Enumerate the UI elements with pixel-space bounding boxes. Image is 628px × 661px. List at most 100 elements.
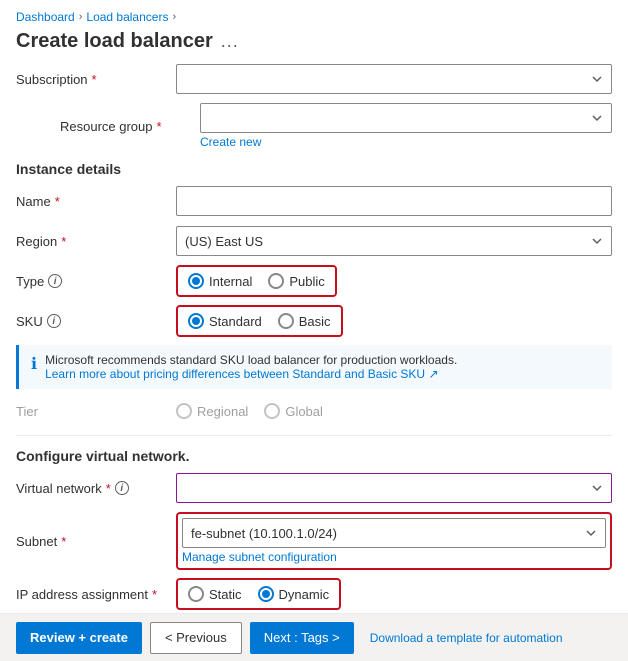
sku-standard-option[interactable]: Standard: [188, 313, 262, 329]
breadcrumb-dashboard[interactable]: Dashboard: [16, 10, 75, 24]
subnet-required: *: [61, 534, 66, 549]
type-control: Internal Public: [176, 265, 612, 297]
subscription-control: [176, 64, 612, 94]
subscription-dropdown[interactable]: [176, 64, 612, 94]
tier-regional-radio: [176, 403, 192, 419]
region-dropdown[interactable]: (US) East US: [176, 226, 612, 256]
ip-assignment-control: Static Dynamic: [176, 578, 612, 610]
info-banner-icon: ℹ: [31, 354, 37, 381]
virtual-network-required: *: [106, 481, 111, 496]
external-link-icon: ↗: [428, 367, 438, 381]
next-button[interactable]: Next : Tags >: [250, 622, 354, 654]
subscription-required: *: [92, 72, 97, 87]
type-row: Type i Internal Public: [16, 265, 612, 297]
virtual-network-row: Virtual network * i: [16, 472, 612, 504]
ip-assignment-label: IP address assignment *: [16, 587, 176, 602]
subnet-highlight-box: fe-subnet (10.100.1.0/24) Manage subnet …: [176, 512, 612, 570]
type-internal-radio[interactable]: [188, 273, 204, 289]
region-control: (US) East US: [176, 226, 612, 256]
tier-regional-option[interactable]: Regional: [176, 403, 248, 419]
type-public-radio[interactable]: [268, 273, 284, 289]
ip-static-label: Static: [209, 587, 242, 602]
virtual-network-info-icon[interactable]: i: [115, 481, 129, 495]
page-title: Create load balancer: [16, 30, 213, 53]
subscription-label: Subscription *: [16, 72, 176, 87]
resource-group-required: *: [157, 119, 162, 134]
info-banner-link[interactable]: Learn more about pricing differences bet…: [45, 367, 438, 381]
tier-global-label: Global: [285, 404, 323, 419]
breadcrumb-load-balancers[interactable]: Load balancers: [86, 10, 168, 24]
sku-standard-label: Standard: [209, 314, 262, 329]
tier-global-option[interactable]: Global: [264, 403, 323, 419]
region-row: Region * (US) East US: [16, 225, 612, 257]
sku-info-icon[interactable]: i: [47, 314, 61, 328]
ip-dynamic-radio[interactable]: [258, 586, 274, 602]
name-label: Name *: [16, 194, 176, 209]
subnet-control: fe-subnet (10.100.1.0/24) Manage subnet …: [176, 512, 612, 570]
info-banner: ℹ Microsoft recommends standard SKU load…: [16, 345, 612, 389]
breadcrumb: Dashboard › Load balancers ›: [0, 0, 628, 28]
section-divider: [16, 435, 612, 436]
form-container: Subscription * Resource group * Create n…: [0, 63, 628, 653]
configure-vnet-title: Configure virtual network.: [16, 448, 612, 464]
review-create-button[interactable]: Review + create: [16, 622, 142, 654]
tier-control: Regional Global: [176, 403, 612, 419]
ip-static-radio[interactable]: [188, 586, 204, 602]
sku-standard-radio[interactable]: [188, 313, 204, 329]
name-required: *: [55, 194, 60, 209]
sku-label: SKU i: [16, 314, 176, 329]
subscription-row: Subscription *: [16, 63, 612, 95]
previous-button[interactable]: < Previous: [150, 622, 242, 654]
ip-assignment-required: *: [152, 587, 157, 602]
ip-dynamic-option[interactable]: Dynamic: [258, 586, 330, 602]
type-info-icon[interactable]: i: [48, 274, 62, 288]
create-new-link[interactable]: Create new: [200, 135, 612, 149]
name-row: Name *: [16, 185, 612, 217]
breadcrumb-sep-1: ›: [79, 11, 83, 23]
type-radio-group: Internal Public: [176, 265, 337, 297]
sku-row: SKU i Standard Basic: [16, 305, 612, 337]
type-label: Type i: [16, 274, 176, 289]
more-options-menu[interactable]: ...: [221, 31, 239, 52]
sku-basic-radio[interactable]: [278, 313, 294, 329]
breadcrumb-sep-2: ›: [172, 11, 176, 23]
virtual-network-label: Virtual network * i: [16, 481, 176, 496]
tier-row: Tier Regional Global: [16, 395, 612, 427]
subnet-label: Subnet *: [16, 534, 176, 549]
tier-regional-label: Regional: [197, 404, 248, 419]
resource-group-label: Resource group *: [40, 119, 200, 134]
ip-assignment-row: IP address assignment * Static Dynamic: [16, 578, 612, 610]
download-template-link[interactable]: Download a template for automation: [370, 631, 563, 645]
type-internal-label: Internal: [209, 274, 252, 289]
resource-group-dropdown[interactable]: [200, 103, 612, 133]
name-input[interactable]: [176, 186, 612, 216]
sku-basic-option[interactable]: Basic: [278, 313, 331, 329]
resource-group-control: Create new: [200, 103, 612, 149]
ip-static-option[interactable]: Static: [188, 586, 242, 602]
manage-subnet-link[interactable]: Manage subnet configuration: [182, 550, 606, 564]
ip-assignment-radio-group: Static Dynamic: [176, 578, 341, 610]
region-required: *: [61, 234, 66, 249]
sku-basic-label: Basic: [299, 314, 331, 329]
tier-global-radio: [264, 403, 280, 419]
instance-details-title: Instance details: [16, 161, 612, 177]
tier-radio-group: Regional Global: [176, 403, 612, 419]
subnet-row: Subnet * fe-subnet (10.100.1.0/24) Manag…: [16, 512, 612, 570]
virtual-network-control: [176, 473, 612, 503]
footer-bar: Review + create < Previous Next : Tags >…: [0, 613, 628, 661]
sku-radio-group: Standard Basic: [176, 305, 343, 337]
sku-control: Standard Basic: [176, 305, 612, 337]
ip-dynamic-label: Dynamic: [279, 587, 330, 602]
name-control: [176, 186, 612, 216]
type-public-label: Public: [289, 274, 324, 289]
region-label: Region *: [16, 234, 176, 249]
type-internal-option[interactable]: Internal: [188, 273, 252, 289]
subnet-dropdown[interactable]: fe-subnet (10.100.1.0/24): [182, 518, 606, 548]
page-title-row: Create load balancer ...: [0, 28, 628, 63]
info-banner-text: Microsoft recommends standard SKU load b…: [45, 353, 457, 367]
type-public-option[interactable]: Public: [268, 273, 324, 289]
tier-label: Tier: [16, 404, 176, 419]
resource-group-row: Resource group * Create new: [16, 103, 612, 149]
virtual-network-dropdown[interactable]: [176, 473, 612, 503]
info-banner-content: Microsoft recommends standard SKU load b…: [45, 353, 457, 381]
